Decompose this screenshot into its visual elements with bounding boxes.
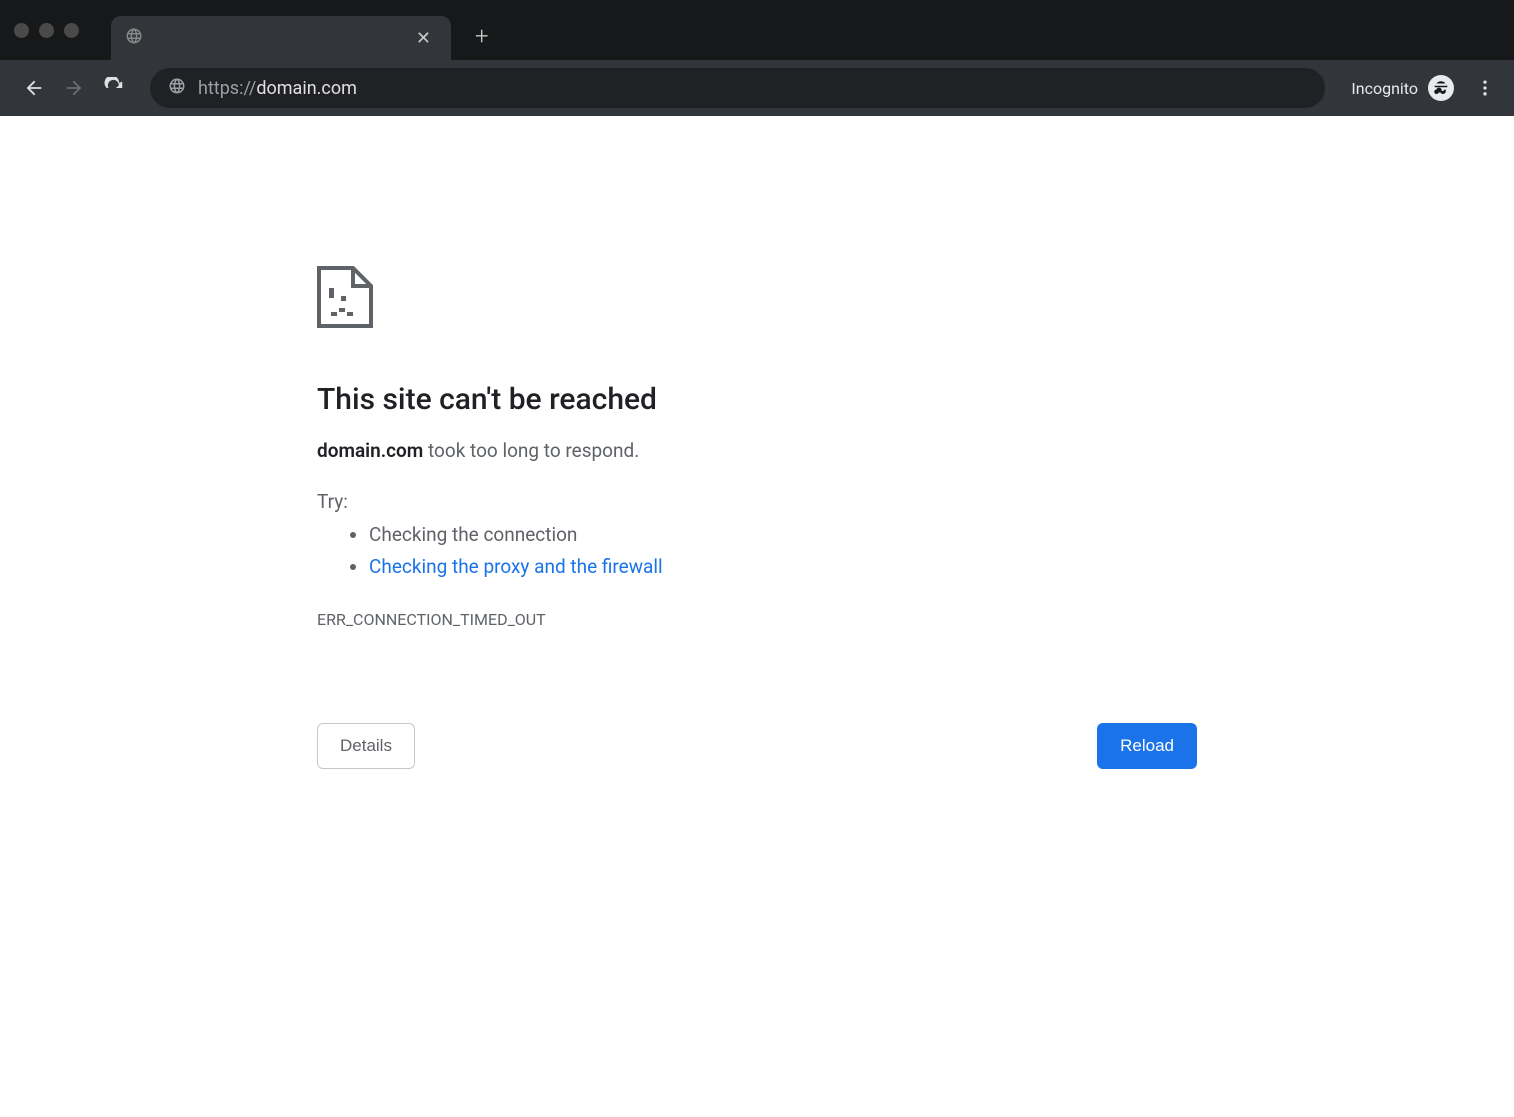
suggestion-item: Checking the connection — [369, 519, 1197, 551]
error-title: This site can't be reached — [317, 382, 1197, 417]
error-description: domain.com took too long to respond. — [317, 439, 1197, 462]
error-container: This site can't be reached domain.com to… — [317, 266, 1197, 769]
window-close-button[interactable] — [14, 23, 29, 38]
sad-page-icon — [317, 266, 1197, 332]
window-maximize-button[interactable] — [64, 23, 79, 38]
tab-strip: ✕ + — [0, 0, 1514, 60]
url-text: https://domain.com — [198, 78, 357, 99]
browser-tab[interactable]: ✕ — [111, 16, 451, 60]
incognito-label: Incognito — [1351, 79, 1418, 98]
page-content: This site can't be reached domain.com to… — [0, 116, 1514, 769]
button-row: Details Reload — [317, 723, 1197, 769]
reload-button[interactable]: Reload — [1097, 723, 1197, 769]
window-minimize-button[interactable] — [39, 23, 54, 38]
close-icon[interactable]: ✕ — [410, 26, 437, 51]
error-host: domain.com — [317, 439, 423, 462]
window-controls — [14, 23, 79, 38]
url-host: domain.com — [256, 78, 357, 99]
globe-icon — [168, 77, 186, 99]
incognito-indicator[interactable]: Incognito — [1345, 75, 1460, 101]
url-scheme: https:// — [198, 78, 256, 99]
suggestion-text: Checking the connection — [369, 523, 577, 546]
address-bar[interactable]: https://domain.com — [150, 68, 1325, 108]
suggestion-list: Checking the connection Checking the pro… — [317, 519, 1197, 584]
suggestion-item: Checking the proxy and the firewall — [369, 551, 1197, 583]
browser-chrome: ✕ + https://domain.com Incognito — [0, 0, 1514, 116]
back-button[interactable] — [18, 72, 50, 104]
error-message-suffix: took too long to respond. — [423, 439, 639, 462]
try-label: Try: — [317, 490, 1197, 513]
details-button[interactable]: Details — [317, 723, 415, 769]
forward-button[interactable] — [58, 72, 90, 104]
kebab-menu-button[interactable] — [1468, 71, 1502, 105]
suggestion-link[interactable]: Checking the proxy and the firewall — [369, 555, 663, 578]
incognito-icon — [1428, 75, 1454, 101]
reload-button-toolbar[interactable] — [98, 72, 130, 104]
error-code: ERR_CONNECTION_TIMED_OUT — [317, 610, 1197, 629]
toolbar: https://domain.com Incognito — [0, 60, 1514, 116]
new-tab-button[interactable]: + — [461, 22, 503, 50]
globe-icon — [125, 27, 143, 49]
